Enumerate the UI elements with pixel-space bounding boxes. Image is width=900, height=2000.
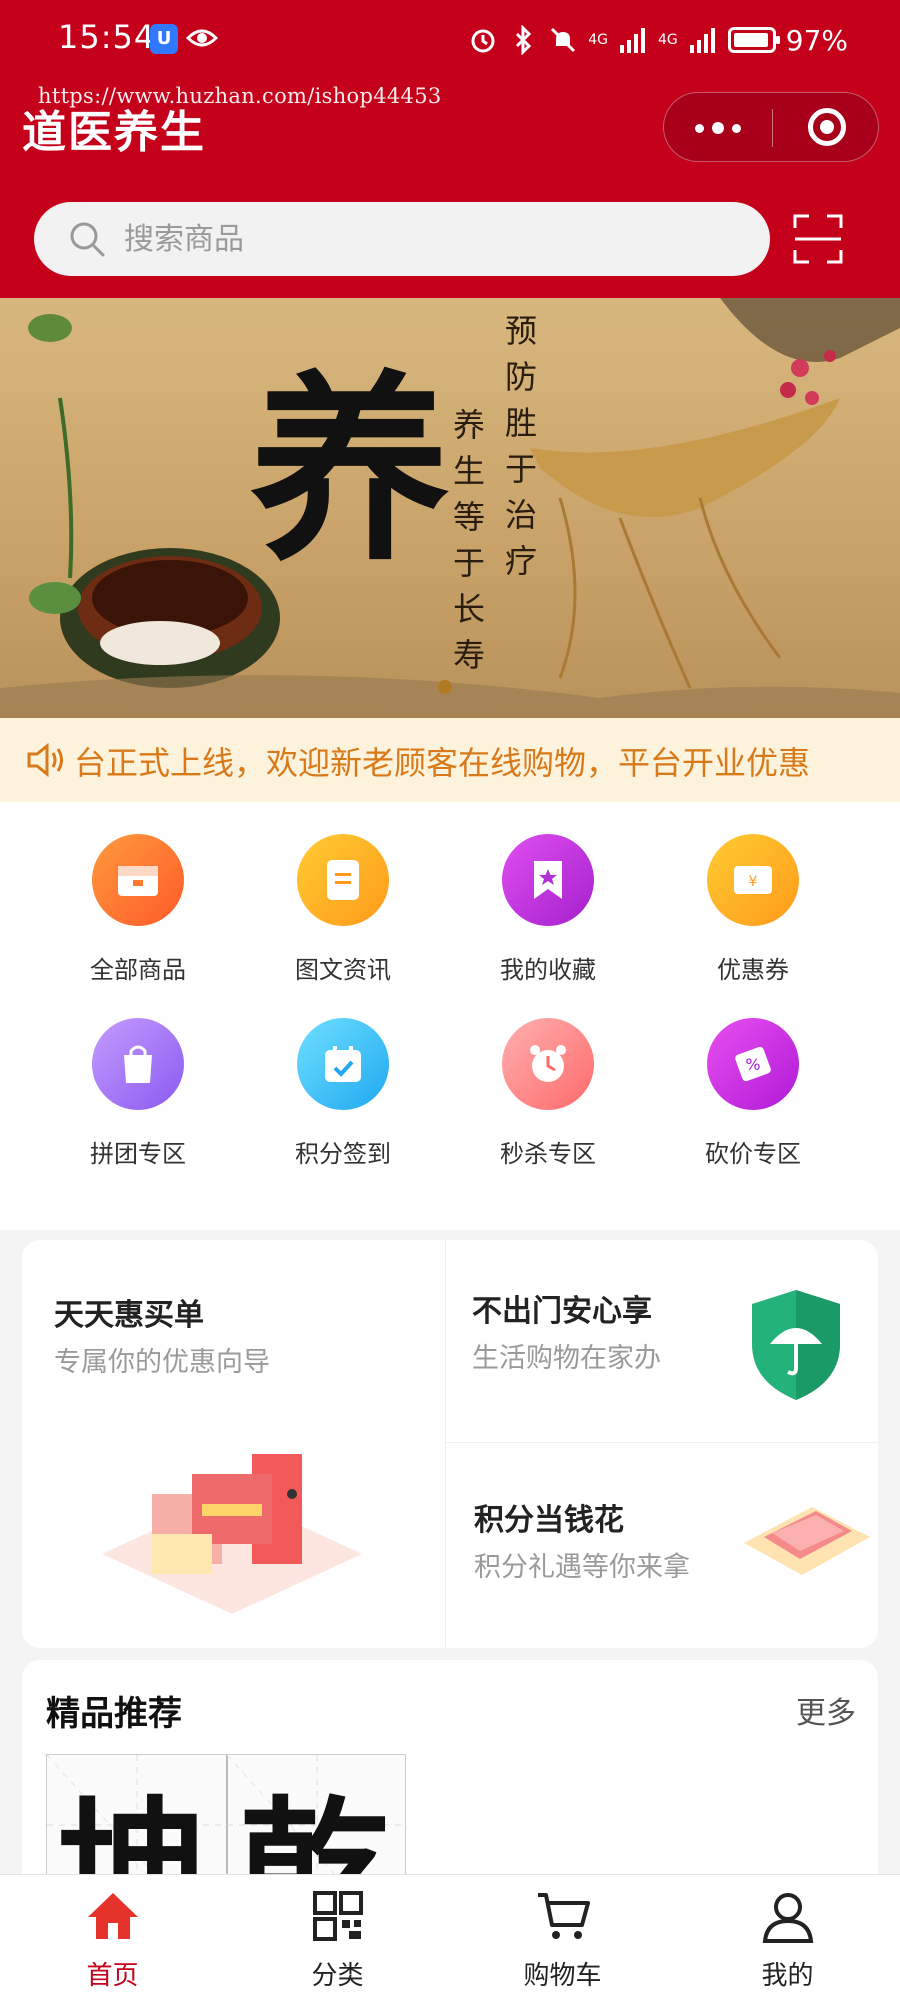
menu-favorites[interactable]: 我的收藏 — [448, 802, 648, 984]
menu-articles[interactable]: 图文资讯 — [243, 802, 443, 984]
home-icon — [88, 1893, 138, 1939]
menu-label: 优惠券 — [717, 956, 789, 984]
menu-label: 拼团专区 — [90, 1140, 186, 1168]
menu-label: 全部商品 — [90, 956, 186, 984]
user-icon — [762, 1893, 814, 1943]
calendar-icon — [297, 1018, 389, 1110]
promo-subtitle: 积分礼遇等你来拿 — [474, 1552, 690, 1583]
banner-slogan-1: 预防胜于治疗 — [500, 314, 538, 590]
tab-label: 购物车 — [523, 1961, 602, 1991]
promo-points[interactable]: 积分当钱花 积分礼遇等你来拿 — [446, 1443, 878, 1648]
category-grid: 全部商品 图文资讯 我的收藏 ¥ 优惠券 拼团专区 积分签到 秒杀专区 % 砍价… — [0, 802, 900, 1230]
mini-program-capsule — [663, 92, 879, 162]
bluetooth-icon — [516, 25, 532, 55]
svg-text:%: % — [745, 1055, 760, 1074]
carousel-indicator[interactable] — [438, 680, 452, 694]
search-icon — [70, 222, 105, 257]
promo-subtitle: 生活购物在家办 — [472, 1343, 661, 1374]
menu-label: 我的收藏 — [500, 956, 596, 984]
search-input[interactable] — [124, 214, 724, 264]
bookmark-icon — [502, 834, 594, 926]
capsule-divider — [772, 109, 773, 147]
section-title: 精品推荐 — [46, 1694, 182, 1734]
tab-category[interactable]: 分类 — [225, 1875, 450, 2000]
status-bar: 15:54 U 4G 4G 97% — [0, 0, 900, 80]
alarm-clock-icon — [502, 1018, 594, 1110]
bottom-tab-bar: 首页 分类 购物车 我的 — [0, 1874, 900, 2000]
promo-stay-home[interactable]: 不出门安心享 生活购物在家办 — [446, 1240, 878, 1442]
menu-label: 秒杀专区 — [500, 1140, 596, 1168]
notice-text: 台正式上线，欢迎新老顾客在线购物，平台开业优惠 — [74, 744, 811, 782]
alarm-icon — [471, 29, 495, 53]
tab-label: 我的 — [761, 1961, 814, 1991]
more-dots-icon — [695, 123, 704, 133]
banner-carousel[interactable]: 养 预防胜于治疗 养生等于长寿 — [0, 298, 900, 718]
scan-icon[interactable] — [793, 212, 843, 266]
menu-flash-sale[interactable]: 秒杀专区 — [448, 986, 648, 1168]
bag-icon — [92, 1018, 184, 1110]
status-icons: 4G 4G 97% — [468, 20, 848, 60]
banner-slogan-2: 养生等于长寿 — [448, 408, 486, 684]
more-menu-button[interactable] — [664, 93, 772, 163]
shop-illustration — [102, 1454, 362, 1614]
page-title: 道医养生 — [22, 107, 206, 158]
shield-icon: U — [150, 24, 178, 54]
menu-label: 图文资讯 — [295, 956, 391, 984]
cart-icon — [538, 1893, 590, 1939]
more-link[interactable]: 更多 — [796, 1688, 856, 1732]
promo-daily-deal[interactable]: 天天惠买单 专属你的优惠向导 — [22, 1240, 445, 1648]
network-label-2: 4G — [658, 32, 678, 48]
discount-ticket-icon: % — [707, 1018, 799, 1110]
svg-text:¥: ¥ — [749, 874, 758, 890]
battery-icon — [727, 27, 780, 53]
signal-icon-2 — [689, 28, 715, 53]
speaker-icon — [27, 742, 63, 778]
tab-profile[interactable]: 我的 — [675, 1875, 900, 2000]
tab-home[interactable]: 首页 — [0, 1875, 225, 2000]
promo-card: 天天惠买单 专属你的优惠向导 不出门安心享 生活购物在家办 积分当钱花 积分礼遇… — [22, 1240, 878, 1648]
store-icon — [92, 834, 184, 926]
promo-subtitle: 专属你的优惠向导 — [54, 1347, 270, 1378]
article-icon — [297, 834, 389, 926]
mute-bell-icon — [551, 27, 576, 53]
umbrella-shield-icon — [752, 1290, 840, 1400]
eye-icon — [186, 29, 218, 47]
status-time: 15:54 — [58, 18, 156, 56]
promo-title: 天天惠买单 — [54, 1298, 204, 1333]
money-illustration — [744, 1507, 870, 1575]
menu-all-products[interactable]: 全部商品 — [38, 802, 238, 984]
menu-label: 砍价专区 — [705, 1140, 801, 1168]
signal-icon — [620, 28, 645, 53]
header: 15:54 U 4G 4G 97% https://www.huzhan.com… — [0, 0, 900, 298]
tab-label: 分类 — [311, 1961, 364, 1991]
menu-coupons[interactable]: ¥ 优惠券 — [653, 802, 853, 984]
network-label-1: 4G — [588, 32, 608, 48]
coupon-icon: ¥ — [707, 834, 799, 926]
promo-title: 不出门安心享 — [472, 1294, 652, 1329]
banner-big-character: 养 — [250, 353, 451, 588]
tab-label: 首页 — [86, 1961, 139, 1991]
menu-bargain[interactable]: % 砍价专区 — [653, 986, 853, 1168]
menu-label: 积分签到 — [295, 1140, 391, 1168]
grid-category-icon — [313, 1891, 363, 1941]
battery-percent: 97% — [785, 23, 848, 57]
tab-cart[interactable]: 购物车 — [450, 1875, 675, 2000]
notice-bar[interactable]: 台正式上线，欢迎新老顾客在线购物，平台开业优惠 — [0, 718, 900, 802]
search-bar[interactable] — [34, 202, 770, 276]
menu-group-buy[interactable]: 拼团专区 — [38, 986, 238, 1168]
close-target-icon[interactable] — [808, 108, 846, 146]
promo-title: 积分当钱花 — [474, 1503, 624, 1538]
menu-checkin[interactable]: 积分签到 — [243, 986, 443, 1168]
